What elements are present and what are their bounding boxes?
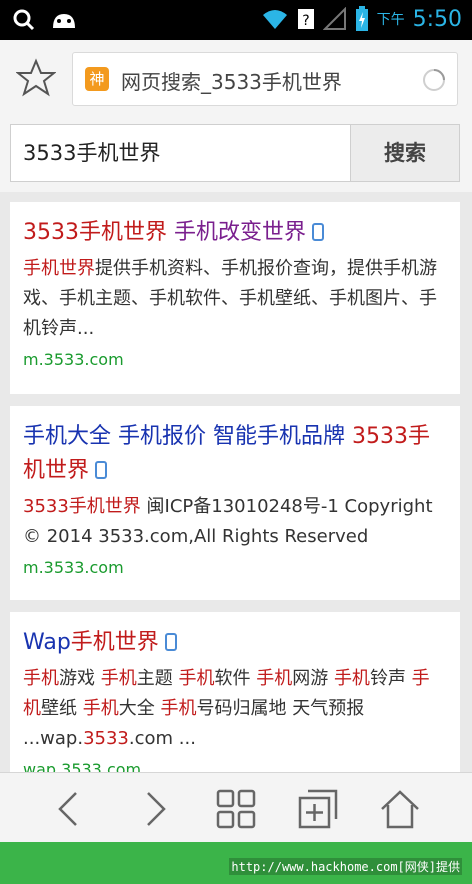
result-card[interactable]: 手机大全 手机报价 智能手机品牌 3533手机世界 3533手机世界 闽ICP备… bbox=[10, 406, 460, 600]
watermark-credit: http://www.hackhome.com[网侠]提供 bbox=[229, 858, 462, 875]
signal-icon bbox=[322, 7, 346, 30]
result-snippet: 手机世界提供手机资料、手机报价查询，提供手机游戏、手机主题、手机软件、手机壁纸、… bbox=[23, 258, 437, 339]
status-time: 5:50 bbox=[412, 6, 462, 32]
search-results: 3533手机世界 手机改变世界 手机世界提供手机资料、手机报价查询，提供手机游戏… bbox=[0, 192, 472, 772]
unknown-network-icon: ? bbox=[297, 9, 314, 29]
bookmark-star-icon[interactable] bbox=[16, 58, 56, 98]
watermark-bar: http://www.hackhome.com[网侠]提供 bbox=[0, 842, 472, 884]
page-title: 网页搜索_3533手机世界 bbox=[121, 70, 342, 94]
result-title[interactable]: 3533手机世界 手机改变世界 bbox=[23, 216, 447, 250]
android-icon bbox=[53, 14, 75, 28]
search-row: 3533手机世界 搜索 bbox=[0, 116, 472, 192]
result-title[interactable]: Wap手机世界 bbox=[23, 626, 447, 660]
search-notification-icon bbox=[13, 9, 35, 31]
mobile-friendly-icon bbox=[95, 461, 108, 479]
address-bar[interactable]: 神 网页搜索_3533手机世界 bbox=[72, 52, 458, 106]
mobile-friendly-icon bbox=[312, 223, 324, 241]
loading-spinner-icon[interactable] bbox=[421, 67, 447, 93]
result-url[interactable]: m.3533.com bbox=[23, 350, 447, 369]
mobile-friendly-icon bbox=[164, 633, 177, 651]
search-input[interactable]: 3533手机世界 bbox=[10, 124, 350, 182]
result-snippet: 3533手机世界 闽ICP备13010248号-1 Copyright © 20… bbox=[23, 496, 433, 547]
result-snippet: 手机游戏 手机主题 手机软件 手机网游 手机铃声 手机壁纸 手机大全 手机号码归… bbox=[23, 668, 430, 749]
result-title[interactable]: 手机大全 手机报价 智能手机品牌 3533手机世界 bbox=[23, 420, 447, 488]
site-icon: 神 bbox=[85, 67, 109, 91]
new-tab-icon[interactable] bbox=[296, 787, 340, 831]
battery-icon bbox=[355, 6, 368, 31]
status-bar: ? 下午 5:50 bbox=[0, 0, 472, 40]
status-ampm: 下午 bbox=[376, 12, 405, 28]
forward-icon[interactable] bbox=[132, 787, 176, 831]
apps-grid-icon[interactable] bbox=[214, 787, 258, 831]
result-url[interactable]: wap.3533.com bbox=[23, 760, 447, 772]
bottom-nav-bar bbox=[0, 772, 472, 843]
home-icon[interactable] bbox=[378, 787, 422, 831]
result-card[interactable]: 3533手机世界 手机改变世界 手机世界提供手机资料、手机报价查询，提供手机游戏… bbox=[10, 202, 460, 394]
result-url[interactable]: m.3533.com bbox=[23, 558, 447, 577]
browser-toolbar: 神 网页搜索_3533手机世界 bbox=[0, 40, 472, 117]
search-button[interactable]: 搜索 bbox=[350, 124, 460, 182]
svg-text:?: ? bbox=[302, 13, 309, 29]
wifi-icon bbox=[262, 10, 287, 29]
back-icon[interactable] bbox=[48, 787, 92, 831]
result-card[interactable]: Wap手机世界 手机游戏 手机主题 手机软件 手机网游 手机铃声 手机壁纸 手机… bbox=[10, 612, 460, 772]
